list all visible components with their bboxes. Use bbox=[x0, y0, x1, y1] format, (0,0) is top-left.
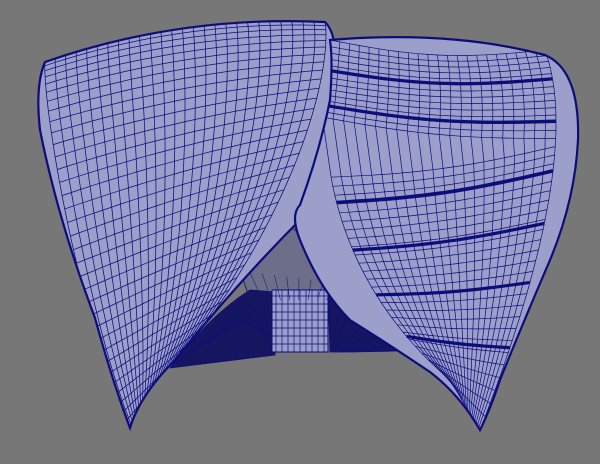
left-fold bbox=[37, 20, 337, 432]
3d-viewport[interactable] bbox=[0, 0, 600, 464]
right-wrap bbox=[293, 36, 580, 433]
turban-mesh[interactable] bbox=[0, 0, 600, 464]
